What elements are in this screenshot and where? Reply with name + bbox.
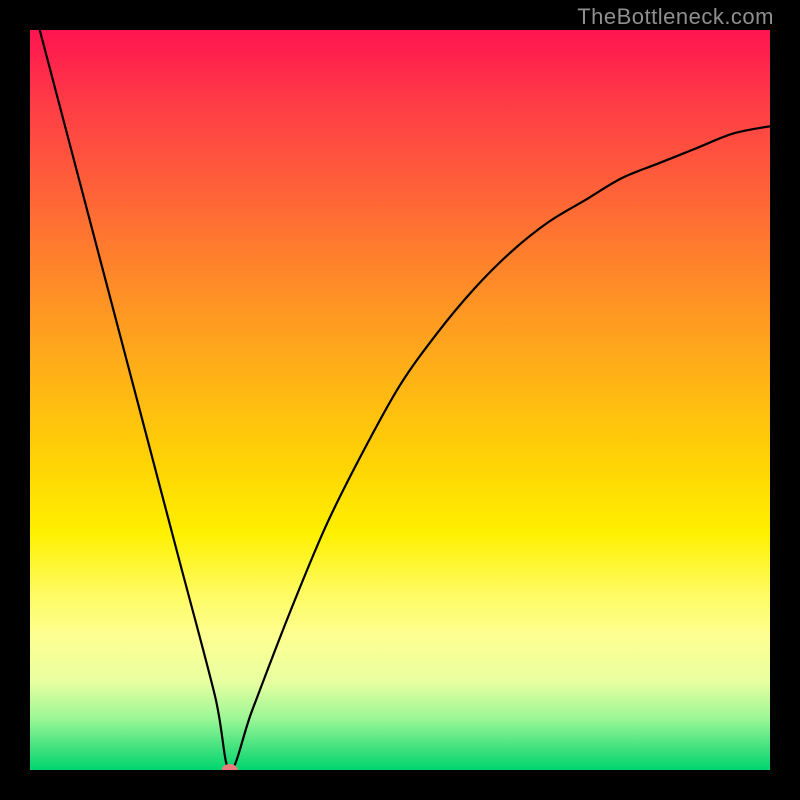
curve-line [30,30,770,770]
watermark-text: TheBottleneck.com [577,4,774,30]
curve-svg [30,30,770,770]
chart-frame: TheBottleneck.com [0,0,800,800]
plot-area [30,30,770,770]
